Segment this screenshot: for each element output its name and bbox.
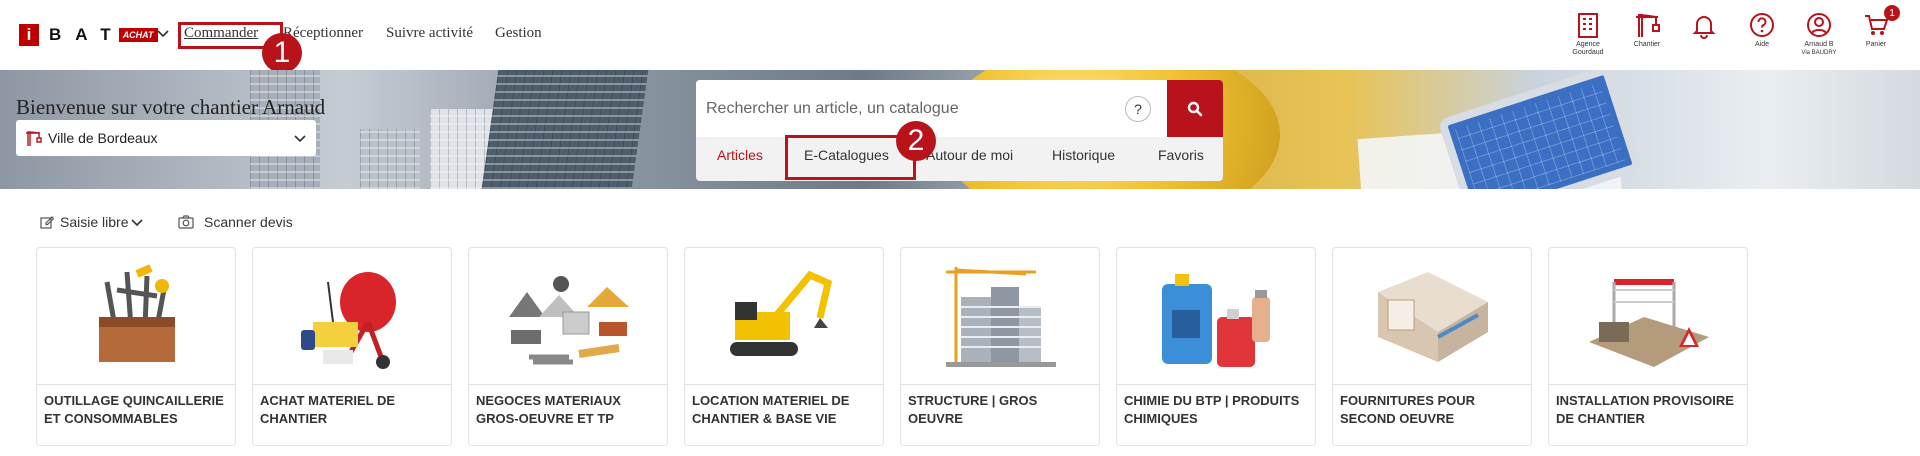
nav-gestion[interactable]: Gestion xyxy=(495,25,542,42)
hero-banner: Bienvenue sur votre chantier Arnaud Vill… xyxy=(0,70,1920,189)
step-badge-1: 1 xyxy=(262,33,302,73)
step-badge-2: 2 xyxy=(896,121,936,161)
concrete-mixer-icon xyxy=(301,272,396,369)
free-entry-button[interactable]: Saisie libre xyxy=(40,214,149,230)
agency-label-2: Gourdaud xyxy=(1572,49,1604,56)
user-account-button[interactable]: Arnaud B Via BAUDRY xyxy=(1789,11,1849,57)
card-image xyxy=(901,248,1099,385)
help-button[interactable]: Aide xyxy=(1732,11,1792,49)
category-card-installation[interactable]: INSTALLATION PROVISOIRE DE CHANTIER xyxy=(1548,247,1748,446)
category-card-fournitures[interactable]: FOURNITURES POUR SECOND OEUVRE xyxy=(1332,247,1532,446)
toolbox-icon xyxy=(99,264,175,362)
crane-icon xyxy=(26,131,42,146)
agency-button[interactable]: Agence Gourdaud xyxy=(1558,11,1618,57)
tab-autour-de-moi[interactable]: Autour de moi xyxy=(926,147,1013,163)
logo-badge: ACHAT xyxy=(118,28,158,42)
tab-favoris[interactable]: Favoris xyxy=(1158,147,1204,163)
card-image xyxy=(685,248,883,385)
ibat-logo[interactable]: i BAT ACHAT xyxy=(19,24,158,46)
welcome-title: Bienvenue sur votre chantier Arnaud xyxy=(16,95,326,119)
chevron-down-icon xyxy=(294,135,306,143)
building-icon xyxy=(1578,13,1598,38)
notifications-button[interactable] xyxy=(1674,11,1734,39)
category-card-chimie[interactable]: CHIMIE DU BTP | PRODUITS CHIMIQUES xyxy=(1116,247,1316,446)
search-panel: Rechercher un article, un catalogue ? Ar… xyxy=(696,80,1223,181)
user-label-1: Arnaud B xyxy=(1804,41,1834,48)
category-card-negoces[interactable]: NEGOCES MATERIAUX GROS-OEUVRE ET TP xyxy=(468,247,668,446)
search-button[interactable] xyxy=(1167,80,1223,137)
user-icon xyxy=(1807,13,1831,37)
chemical-cans-icon xyxy=(1162,274,1270,367)
category-card-structure[interactable]: STRUCTURE | GROS OEUVRE xyxy=(900,247,1100,446)
cart-label: Panier xyxy=(1865,41,1887,48)
excavator-icon xyxy=(730,270,833,356)
chevron-down-icon[interactable] xyxy=(157,27,169,39)
site-label: Chantier xyxy=(1633,41,1661,48)
search-icon xyxy=(1187,101,1203,116)
site-selector-value: Ville de Bordeaux xyxy=(48,130,158,146)
nav-suivre-activite[interactable]: Suivre activité xyxy=(386,25,473,42)
category-title: INSTALLATION PROVISOIRE DE CHANTIER xyxy=(1556,393,1734,426)
camera-icon xyxy=(178,215,194,229)
building-site-icon xyxy=(946,267,1056,367)
free-entry-label: Saisie libre xyxy=(60,214,129,230)
user-label-2: Via BAUDRY xyxy=(1801,50,1837,56)
scan-quote-label: Scanner devis xyxy=(204,214,293,230)
bell-icon xyxy=(1692,16,1716,39)
help-label: Aide xyxy=(1754,41,1769,48)
banner-building xyxy=(481,70,649,189)
category-card-outillage[interactable]: OUTILLAGE QUINCAILLERIE ET CONSOMMABLES xyxy=(36,247,236,446)
category-title: NEGOCES MATERIAUX GROS-OEUVRE ET TP xyxy=(476,393,621,426)
tab-articles[interactable]: Articles xyxy=(717,147,763,163)
logo-mark: i xyxy=(19,24,39,46)
site-button[interactable]: Chantier xyxy=(1617,11,1677,49)
category-title: CHIMIE DU BTP | PRODUITS CHIMIQUES xyxy=(1124,393,1300,426)
category-title: LOCATION MATERIEL DE CHANTIER & BASE VIE xyxy=(692,393,850,426)
card-image xyxy=(1549,248,1747,385)
category-card-location[interactable]: LOCATION MATERIEL DE CHANTIER & BASE VIE xyxy=(684,247,884,446)
banner-tablet xyxy=(1437,70,1643,189)
card-image xyxy=(1117,248,1315,385)
cart-count-badge: 1 xyxy=(1884,5,1900,21)
site-selector[interactable]: Ville de Bordeaux xyxy=(16,120,316,156)
scan-quote-button[interactable]: Scanner devis xyxy=(178,214,293,230)
category-title: FOURNITURES POUR SECOND OEUVRE xyxy=(1340,393,1476,426)
edit-icon xyxy=(40,216,54,229)
category-title: OUTILLAGE QUINCAILLERIE ET CONSOMMABLES xyxy=(44,393,224,426)
cart-button[interactable]: 1 Panier xyxy=(1846,5,1906,49)
category-card-achat-materiel[interactable]: ACHAT MATERIEL DE CHANTIER xyxy=(252,247,452,446)
logo-text: BAT xyxy=(49,25,125,44)
chevron-down-icon xyxy=(131,219,144,227)
site-barrier-icon xyxy=(1589,279,1709,367)
category-title: STRUCTURE | GROS OEUVRE xyxy=(908,393,1038,426)
banner-building xyxy=(360,129,420,189)
search-help-button[interactable]: ? xyxy=(1125,96,1151,122)
crane-icon xyxy=(1636,14,1660,37)
card-image xyxy=(253,248,451,385)
category-title: ACHAT MATERIEL DE CHANTIER xyxy=(260,393,396,426)
card-image xyxy=(469,248,667,385)
card-image xyxy=(37,248,235,385)
help-icon xyxy=(1750,13,1774,37)
card-image xyxy=(1333,248,1531,385)
agency-label-1: Agence xyxy=(1576,41,1600,48)
materials-icon xyxy=(509,276,629,365)
tab-historique[interactable]: Historique xyxy=(1052,147,1115,163)
top-header: i BAT ACHAT Commander Réceptionner Suivr… xyxy=(0,0,1920,73)
room-interior-icon xyxy=(1378,272,1488,362)
